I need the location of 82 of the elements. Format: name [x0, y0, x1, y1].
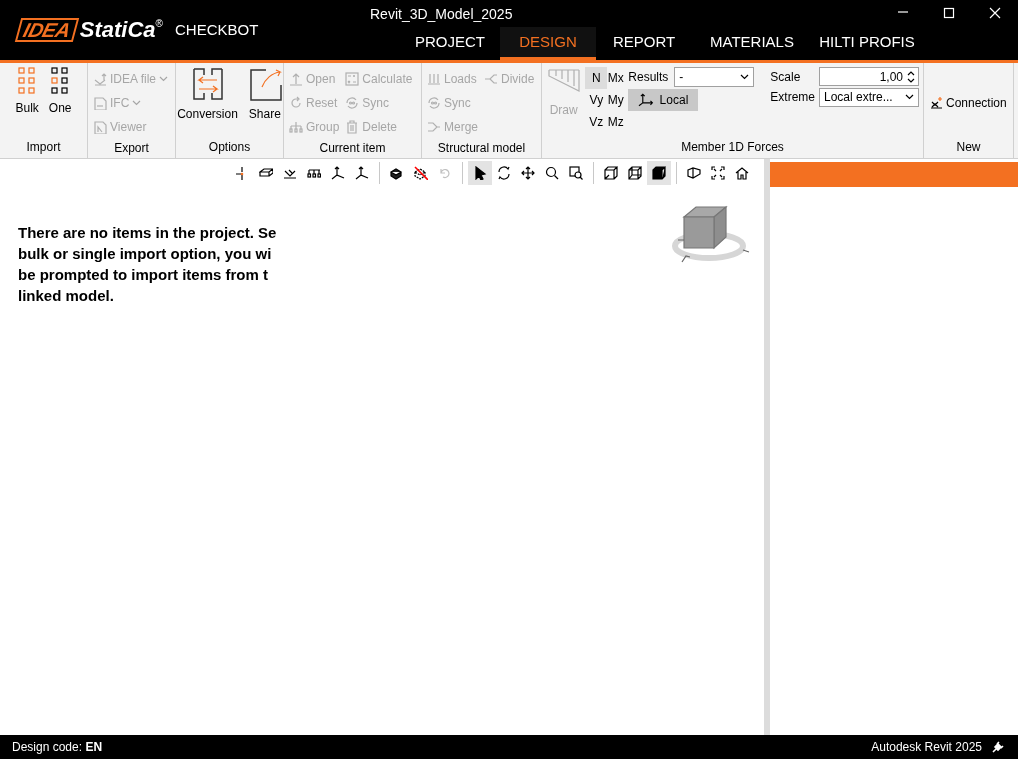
group-label: New	[956, 139, 981, 156]
export-arrow-icon	[93, 72, 107, 86]
ifc-file-icon	[93, 96, 107, 110]
logo-name: StatiCa	[79, 19, 156, 41]
message-text: There are no items in the project. Se	[18, 223, 277, 243]
sync-icon	[427, 96, 441, 110]
pointer-icon	[473, 166, 487, 180]
group-label: Options	[208, 139, 251, 156]
chevron-down-icon	[159, 76, 169, 82]
solid-cube-icon	[652, 166, 666, 180]
message-text: bulk or single import option, you wi	[18, 244, 273, 264]
extreme-dropdown[interactable]: Local extre...	[819, 87, 919, 107]
pan-icon	[521, 166, 535, 180]
app-name: CHECKBOT	[174, 19, 259, 40]
reset-icon	[289, 96, 303, 110]
nodes-icon	[307, 166, 321, 180]
ribbon-button[interactable]: Connection	[928, 90, 1009, 115]
home-icon	[735, 166, 749, 180]
grid-squares-icon	[17, 67, 38, 95]
upload-icon	[289, 72, 303, 86]
share-arrow-icon	[247, 67, 282, 101]
rotate-icon	[497, 166, 511, 180]
group-label: Current item	[319, 140, 386, 157]
sync-icon	[345, 96, 360, 110]
menu-tab[interactable]: DESIGN	[500, 27, 596, 60]
grid-squares-icon	[50, 67, 71, 95]
ribbon-button[interactable]: Share	[244, 67, 285, 138]
component-toggle[interactable]: N	[585, 67, 608, 89]
results-dropdown[interactable]: -	[674, 67, 755, 87]
divide-icon	[484, 72, 498, 86]
field-label: Scale	[770, 68, 802, 86]
spin-arrows-icon	[907, 70, 915, 83]
chevron-down-icon	[132, 100, 142, 106]
close-icon[interactable]	[989, 7, 1001, 19]
zoom-icon	[545, 166, 559, 180]
loads-icon	[427, 72, 441, 86]
calculator-icon	[345, 72, 360, 86]
viewer-icon	[93, 120, 107, 134]
chevron-down-icon	[905, 94, 914, 101]
menu-tab[interactable]: PROJECT	[400, 27, 500, 60]
fit-view-icon	[711, 166, 725, 180]
menu-tab[interactable]: HILTI PROFIS	[812, 27, 922, 60]
group-icon	[289, 120, 303, 134]
axes-icon	[638, 93, 654, 107]
layers-icon	[390, 166, 404, 180]
menu-tab[interactable]: MATERIALS	[692, 27, 812, 60]
hidden-layers-icon	[414, 166, 428, 180]
group-label: Import	[26, 139, 61, 156]
shaded-cube-icon	[628, 166, 642, 180]
maximize-icon[interactable]	[943, 7, 955, 19]
field-label: Results	[628, 69, 669, 86]
trash-icon	[345, 120, 360, 134]
undo-icon	[438, 166, 452, 180]
connection-icon	[929, 95, 943, 110]
zoom-window-icon	[569, 166, 583, 180]
logo-mark: IDEA	[14, 18, 79, 42]
ribbon-button[interactable]: Conversion	[174, 67, 241, 138]
local-axes-button[interactable]: Local	[628, 89, 699, 111]
conversion-arrows-icon	[190, 67, 225, 101]
wireframe-cube-icon	[604, 166, 618, 180]
message-text: linked model.	[18, 286, 115, 306]
group-label: Structural model	[437, 140, 526, 157]
merge-icon	[427, 120, 441, 134]
axes-icon	[331, 166, 345, 180]
ribbon-button[interactable]: One	[45, 67, 75, 138]
chevron-down-icon	[740, 74, 750, 80]
design-code-text: Design code: EN	[12, 739, 103, 756]
axes-icon	[355, 166, 369, 180]
scale-spinbox[interactable]: 1,00	[819, 67, 919, 87]
ribbon-button[interactable]: Bulk	[12, 67, 42, 138]
toolbar-button[interactable]	[468, 161, 492, 185]
message-text: be prompted to import items from t	[18, 265, 269, 285]
group-label: Export	[114, 140, 149, 157]
group-label: Member 1D Forces	[681, 139, 784, 156]
toolbar-button[interactable]	[647, 161, 671, 185]
platform-text: Autodesk Revit 2025	[871, 739, 982, 756]
beam-icon	[259, 166, 273, 180]
registered-mark: ®	[155, 19, 163, 29]
field-label: Extreme	[770, 89, 815, 107]
menu-tab[interactable]: REPORT	[596, 27, 692, 60]
window-title: Revit_3D_Model_2025	[370, 5, 513, 24]
plug-icon	[990, 739, 1006, 755]
